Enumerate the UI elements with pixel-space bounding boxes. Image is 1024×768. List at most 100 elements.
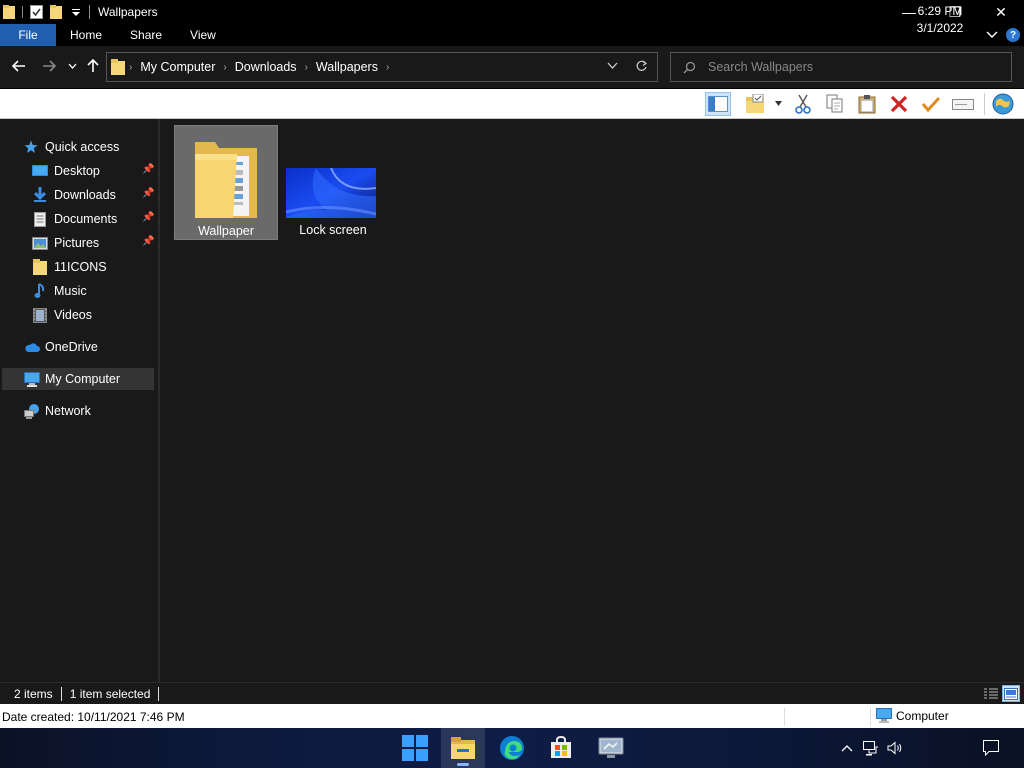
tab-file[interactable]: File xyxy=(0,24,56,46)
folder-icon xyxy=(111,59,125,75)
taskbar-store[interactable] xyxy=(539,728,583,768)
folder-icon xyxy=(193,134,259,223)
file-item-image[interactable]: Lock screen xyxy=(282,125,384,240)
file-item-folder[interactable]: Wallpaper xyxy=(174,125,278,240)
delete-x-icon xyxy=(890,95,908,113)
address-bar[interactable]: › My Computer › Downloads › Wallpapers › xyxy=(106,52,658,82)
pin-icon[interactable]: 📌 xyxy=(142,164,154,175)
sidebar-item-desktop[interactable]: Desktop xyxy=(32,160,100,182)
new-folder-icon xyxy=(746,94,764,113)
sidebar-item-music[interactable]: Music xyxy=(32,280,87,302)
address-dropdown-icon[interactable] xyxy=(607,62,618,69)
delete-button[interactable] xyxy=(886,92,912,116)
sidebar-item-my-computer[interactable]: My Computer xyxy=(24,368,120,390)
forward-arrow-icon xyxy=(43,60,56,72)
paste-button[interactable] xyxy=(854,92,880,116)
tab-share[interactable]: Share xyxy=(116,24,176,46)
star-icon xyxy=(24,139,38,155)
chevron-right-icon[interactable]: › xyxy=(129,62,132,73)
document-icon xyxy=(32,211,48,227)
file-item-label: Lock screen xyxy=(299,223,367,237)
download-arrow-icon xyxy=(32,187,48,203)
up-button[interactable] xyxy=(85,56,101,76)
sidebar-item-network[interactable]: Network xyxy=(24,400,91,422)
tab-home[interactable]: Home xyxy=(56,24,116,46)
refresh-icon[interactable] xyxy=(635,60,648,73)
clock-date: 3/1/2022 xyxy=(916,21,964,35)
sidebar-item-label: Videos xyxy=(54,308,92,322)
sidebar-item-videos[interactable]: Videos xyxy=(32,304,92,326)
back-button[interactable] xyxy=(10,56,28,76)
edge-browser-icon xyxy=(500,736,524,760)
file-item-label: Wallpaper xyxy=(198,224,254,238)
expand-ribbon-icon[interactable] xyxy=(986,31,998,39)
customize-dropdown-icon[interactable] xyxy=(69,4,83,20)
file-explorer-icon xyxy=(451,737,475,759)
breadcrumb-my-computer[interactable]: My Computer xyxy=(140,60,215,74)
sidebar-item-label: Pictures xyxy=(54,236,100,250)
music-note-icon xyxy=(32,283,48,299)
sidebar-item-quick-access[interactable]: Quick access xyxy=(24,136,119,158)
sidebar-item-documents[interactable]: Documents xyxy=(32,208,117,230)
copy-icon xyxy=(826,94,843,113)
store-bag-icon xyxy=(551,736,571,758)
taskbar-edge[interactable] xyxy=(490,728,534,768)
new-folder-icon[interactable] xyxy=(49,4,63,20)
details-view-button[interactable] xyxy=(982,685,1000,702)
sidebar-item-label: Music xyxy=(54,284,87,298)
scissors-icon xyxy=(795,94,811,114)
sidebar-item-11icons[interactable]: 11ICONS xyxy=(32,256,107,278)
properties-icon[interactable] xyxy=(29,4,43,20)
volume-tray-button[interactable] xyxy=(885,728,905,768)
status-separator xyxy=(158,686,160,701)
recent-locations-button[interactable] xyxy=(66,56,78,76)
tab-view[interactable]: View xyxy=(176,24,230,46)
location-label: Computer xyxy=(896,708,949,723)
new-folder-button[interactable] xyxy=(743,92,769,116)
globe-button[interactable] xyxy=(990,92,1016,116)
close-button[interactable]: ✕ xyxy=(978,0,1024,24)
help-icon[interactable]: ? xyxy=(1006,28,1020,42)
start-button[interactable] xyxy=(393,728,437,768)
pin-icon[interactable]: 📌 xyxy=(142,188,154,199)
sidebar-item-downloads[interactable]: Downloads xyxy=(32,184,116,206)
separator xyxy=(22,6,23,18)
forward-button[interactable] xyxy=(40,56,58,76)
status-separator xyxy=(60,686,62,701)
chevron-right-icon[interactable]: › xyxy=(386,62,389,73)
navigation-pane-button[interactable] xyxy=(705,92,731,116)
folder-icon xyxy=(32,259,48,275)
video-icon xyxy=(32,307,48,323)
new-folder-dropdown-icon[interactable] xyxy=(775,101,782,106)
chevron-right-icon[interactable]: › xyxy=(305,62,308,73)
breadcrumb-wallpapers[interactable]: Wallpapers xyxy=(316,60,378,74)
taskbar-file-explorer[interactable] xyxy=(441,728,485,768)
pin-icon[interactable]: 📌 xyxy=(142,212,154,223)
sidebar-item-onedrive[interactable]: OneDrive xyxy=(24,336,98,358)
breadcrumb-downloads[interactable]: Downloads xyxy=(235,60,297,74)
large-icons-view-button[interactable] xyxy=(1002,685,1020,702)
search-input[interactable]: Search Wallpapers xyxy=(670,52,1012,82)
details-bar: Date created: 10/11/2021 7:46 PM Compute… xyxy=(0,704,1024,728)
network-tray-button[interactable] xyxy=(861,728,881,768)
sidebar-item-label: Quick access xyxy=(45,140,120,154)
view-switcher xyxy=(982,685,1020,702)
network-icon xyxy=(24,403,40,419)
system-clock[interactable]: 6:29 PM 3/1/2022 xyxy=(906,3,974,37)
folder-icon[interactable] xyxy=(2,4,16,20)
copy-button[interactable] xyxy=(822,92,848,116)
show-hidden-icons-button[interactable] xyxy=(838,728,856,768)
chevron-right-icon[interactable]: › xyxy=(223,62,226,73)
navigation-pane-icon xyxy=(708,96,728,112)
cut-button[interactable] xyxy=(790,92,816,116)
check-button[interactable] xyxy=(918,92,944,116)
sidebar-item-label: Documents xyxy=(54,212,118,226)
speaker-icon xyxy=(887,741,901,755)
checkmark-icon xyxy=(921,96,941,113)
rename-button[interactable] xyxy=(950,92,976,116)
computer-icon xyxy=(876,708,892,723)
pin-icon[interactable]: 📌 xyxy=(142,236,154,247)
notifications-button[interactable] xyxy=(980,728,1002,768)
taskbar-remote-app[interactable] xyxy=(589,728,633,768)
sidebar-item-pictures[interactable]: Pictures xyxy=(32,232,99,254)
